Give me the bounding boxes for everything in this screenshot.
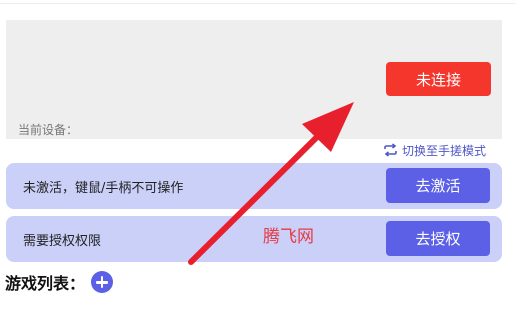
- game-list-header: 游戏列表：: [5, 270, 114, 294]
- activation-status-text: 未激活，键鼠/手柄不可操作: [23, 180, 184, 196]
- game-list-title: 游戏列表：: [5, 274, 86, 293]
- watermark-text: 腾飞网: [263, 227, 314, 247]
- swap-icon: [384, 143, 397, 157]
- connect-button[interactable]: 未连接: [386, 62, 491, 96]
- activate-button[interactable]: 去激活: [386, 168, 490, 203]
- current-device-label: 当前设备：: [18, 123, 79, 137]
- device-panel: 未连接 当前设备：: [6, 20, 502, 139]
- authorization-status-text: 需要授权权限: [23, 233, 102, 249]
- switch-mode-label: 切换至手搓模式: [402, 143, 487, 158]
- top-divider: [0, 3, 516, 4]
- authorize-button[interactable]: 去授权: [386, 221, 490, 256]
- switch-mode-link[interactable]: 切换至手搓模式: [383, 141, 486, 159]
- activation-row: 未激活，键鼠/手柄不可操作 去激活: [6, 163, 502, 209]
- authorization-row: 需要授权权限 去授权: [6, 216, 502, 262]
- plus-circle-icon[interactable]: [91, 271, 114, 293]
